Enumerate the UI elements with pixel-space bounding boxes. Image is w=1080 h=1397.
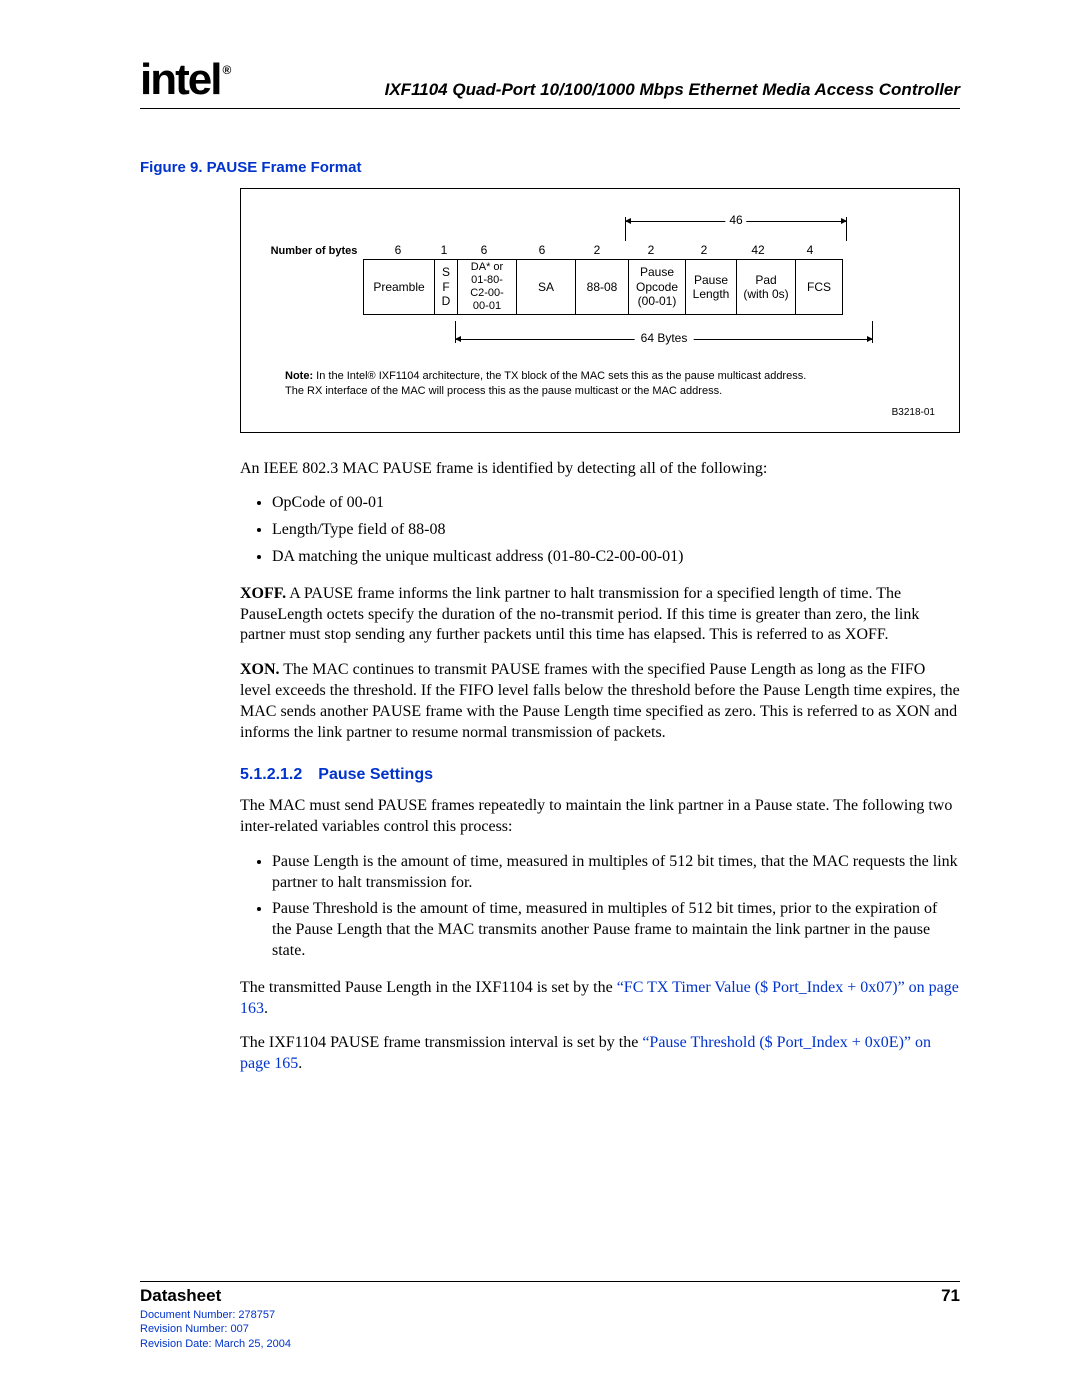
figure-id: B3218-01 xyxy=(265,407,935,418)
logo-text: intel xyxy=(140,55,220,104)
doc-number: Document Number: 278757 xyxy=(140,1308,291,1322)
bottom-dim-label: 64 Bytes xyxy=(635,331,694,345)
bytes-row-label: Number of bytes xyxy=(265,245,363,257)
pause-settings-intro: The MAC must send PAUSE frames repeatedl… xyxy=(240,796,960,838)
tx-timer-post: . xyxy=(264,1000,268,1017)
bytes-opcode: 2 xyxy=(623,243,679,257)
pause-settings-list: Pause Length is the amount of time, meas… xyxy=(240,852,960,962)
xoff-paragraph: XOFF. A PAUSE frame informs the link par… xyxy=(240,584,960,646)
cell-opcode: Pause Opcode (00-01) xyxy=(629,259,686,315)
detect-list: OpCode of 00-01 Length/Type field of 88-… xyxy=(240,493,960,567)
registered-mark: ® xyxy=(222,63,229,77)
frame-table: Preamble S F D DA* or 01-80- C2-00- 00-0… xyxy=(363,259,935,315)
pt-post: . xyxy=(298,1055,302,1072)
page-footer: Datasheet Document Number: 278757 Revisi… xyxy=(140,1281,960,1351)
cell-pauselen: Pause Length xyxy=(686,259,737,315)
cell-preamble: Preamble xyxy=(364,259,435,315)
cell-fcs: FCS xyxy=(796,259,843,315)
section-heading: 5.1.2.1.2 Pause Settings xyxy=(240,765,960,786)
body-content: An IEEE 802.3 MAC PAUSE frame is identif… xyxy=(240,459,960,1075)
cell-sa: SA xyxy=(517,259,576,315)
xon-text: The MAC continues to transmit PAUSE fram… xyxy=(240,661,960,740)
tx-timer-paragraph: The transmitted Pause Length in the IXF1… xyxy=(240,978,960,1020)
bytes-sfd: 1 xyxy=(433,243,455,257)
list-item: Length/Type field of 88-08 xyxy=(272,520,960,541)
list-item: OpCode of 00-01 xyxy=(272,493,960,514)
rev-date: Revision Date: March 25, 2004 xyxy=(140,1337,291,1351)
list-item: Pause Length is the amount of time, meas… xyxy=(272,852,960,894)
bytes-fcs: 4 xyxy=(787,243,833,257)
list-item: Pause Threshold is the amount of time, m… xyxy=(272,899,960,961)
revision-info: Document Number: 278757 Revision Number:… xyxy=(140,1308,291,1351)
xoff-text: A PAUSE frame informs the link partner t… xyxy=(240,585,919,644)
cell-da: DA* or 01-80- C2-00- 00-01 xyxy=(458,259,517,315)
note-prefix: Note: xyxy=(285,370,313,382)
note-body: In the Intel® IXF1104 architecture, the … xyxy=(285,370,806,397)
rev-number: Revision Number: 007 xyxy=(140,1322,291,1336)
bytes-lt: 2 xyxy=(571,243,623,257)
intel-logo: intel® xyxy=(140,58,227,102)
top-dim-label: 46 xyxy=(725,213,746,227)
page-header: intel® IXF1104 Quad-Port 10/100/1000 Mbp… xyxy=(140,58,960,109)
cell-pad: Pad (with 0s) xyxy=(737,259,796,315)
figure-caption: Figure 9. PAUSE Frame Format xyxy=(140,159,960,176)
xon-label: XON. xyxy=(240,661,280,678)
figure-note: Note: In the Intel® IXF1104 architecture… xyxy=(285,369,935,399)
datasheet-label: Datasheet xyxy=(140,1286,291,1306)
bytes-plen: 2 xyxy=(679,243,729,257)
list-item: DA matching the unique multicast address… xyxy=(272,547,960,568)
top-dimension-46: 46 xyxy=(625,215,847,243)
page-number: 71 xyxy=(941,1286,960,1306)
bytes-pad: 42 xyxy=(729,243,787,257)
xoff-label: XOFF. xyxy=(240,585,286,602)
tx-timer-pre: The transmitted Pause Length in the IXF1… xyxy=(240,979,617,996)
figure-box: 46 Number of bytes 6 1 6 6 2 2 2 42 4 Pr… xyxy=(240,188,960,433)
intro-paragraph: An IEEE 802.3 MAC PAUSE frame is identif… xyxy=(240,459,960,480)
cell-lengthtype: 88-08 xyxy=(576,259,629,315)
bytes-da: 6 xyxy=(455,243,513,257)
bytes-sa: 6 xyxy=(513,243,571,257)
xon-paragraph: XON. The MAC continues to transmit PAUSE… xyxy=(240,660,960,743)
pt-pre: The IXF1104 PAUSE frame transmission int… xyxy=(240,1034,642,1051)
bottom-dimension-64: 64 Bytes xyxy=(455,321,873,351)
pause-threshold-paragraph: The IXF1104 PAUSE frame transmission int… xyxy=(240,1033,960,1075)
bytes-preamble: 6 xyxy=(363,243,433,257)
section-title: Pause Settings xyxy=(318,766,433,783)
section-number: 5.1.2.1.2 xyxy=(240,765,302,786)
cell-sfd: S F D xyxy=(435,259,458,315)
document-title: IXF1104 Quad-Port 10/100/1000 Mbps Ether… xyxy=(227,80,960,102)
byte-count-row: Number of bytes 6 1 6 6 2 2 2 42 4 xyxy=(265,243,935,257)
